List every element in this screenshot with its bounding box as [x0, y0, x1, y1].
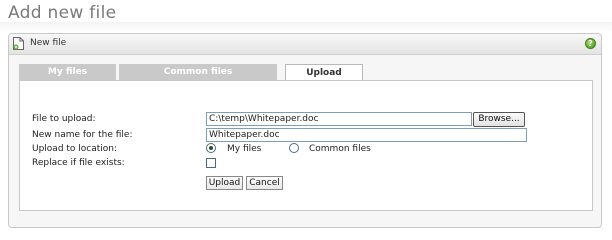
browse-button[interactable]: Browse... — [473, 112, 525, 127]
replace-label: Replace if file exists: — [32, 158, 125, 168]
file-to-upload-label: File to upload: — [32, 114, 96, 124]
page-title: Add new file — [8, 3, 117, 23]
help-icon[interactable]: ? — [585, 38, 596, 49]
new-file-panel: New file ? My files Common files Upload … — [8, 33, 602, 228]
new-document-icon — [13, 37, 24, 50]
radio-common-files-label: Common files — [309, 144, 371, 154]
radio-common-files[interactable] — [289, 143, 299, 153]
panel-header-label: New file — [30, 38, 67, 48]
cancel-button[interactable]: Cancel — [246, 176, 283, 190]
file-path-input[interactable] — [206, 112, 472, 126]
radio-my-files-label: My files — [227, 144, 262, 154]
upload-button[interactable]: Upload — [206, 176, 243, 190]
replace-checkbox[interactable] — [206, 158, 216, 168]
panel-header: New file ? — [9, 34, 601, 55]
tab-my-files[interactable]: My files — [19, 64, 116, 80]
title-underline — [0, 22, 612, 32]
upload-location-label: Upload to location: — [32, 144, 118, 154]
new-name-input[interactable] — [206, 128, 527, 142]
tab-common-files[interactable]: Common files — [119, 64, 277, 80]
radio-my-files[interactable] — [206, 143, 216, 153]
tab-upload[interactable]: Upload — [285, 64, 363, 81]
new-name-label: New name for the file: — [32, 130, 133, 140]
